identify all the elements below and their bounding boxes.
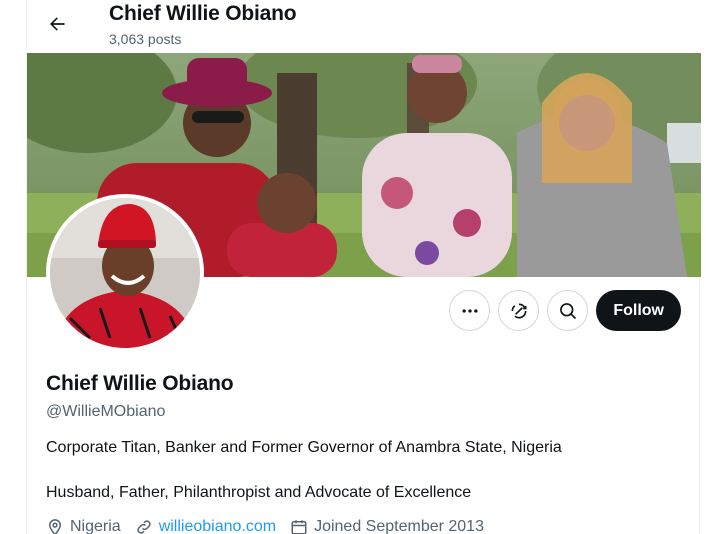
subscribe-button[interactable] (498, 290, 540, 331)
location-item: Nigeria (46, 518, 121, 534)
subscribe-icon (511, 303, 527, 318)
joined-text: Joined September 2013 (314, 518, 484, 534)
profile-actions: Follow (449, 290, 681, 331)
profile-header-bar: Chief Willie Obiano 3,063 posts (27, 0, 701, 53)
more-button[interactable] (449, 290, 491, 331)
follow-button[interactable]: Follow (596, 290, 681, 331)
calendar-icon (291, 520, 307, 534)
search-icon (559, 302, 576, 319)
website-link[interactable]: willieobiano.com (159, 518, 276, 534)
bio-line-2: Husband, Father, Philanthropist and Advo… (46, 484, 472, 501)
post-count: 3,063 posts (109, 31, 182, 47)
bio-line-1: Corporate Titan, Banker and Former Gover… (46, 439, 562, 456)
website-item[interactable]: willieobiano.com (135, 518, 276, 534)
profile-handle: @WillieMObiano (46, 403, 166, 420)
search-profile-button[interactable] (547, 290, 589, 331)
joined-item: Joined September 2013 (290, 518, 484, 534)
location-text: Nigeria (70, 518, 121, 534)
back-arrow-icon (50, 17, 65, 31)
more-icon (462, 308, 478, 313)
profile-avatar[interactable] (46, 194, 204, 352)
location-icon (48, 519, 62, 534)
profile-meta: Nigeria willieobiano.com Joined Septembe… (46, 518, 484, 534)
header-title: Chief Willie Obiano (109, 2, 297, 25)
profile-name: Chief Willie Obiano (46, 372, 234, 395)
back-button[interactable] (39, 6, 75, 42)
profile-page: Chief Willie Obiano 3,063 posts Follow C… (26, 0, 701, 534)
link-icon (137, 520, 151, 534)
